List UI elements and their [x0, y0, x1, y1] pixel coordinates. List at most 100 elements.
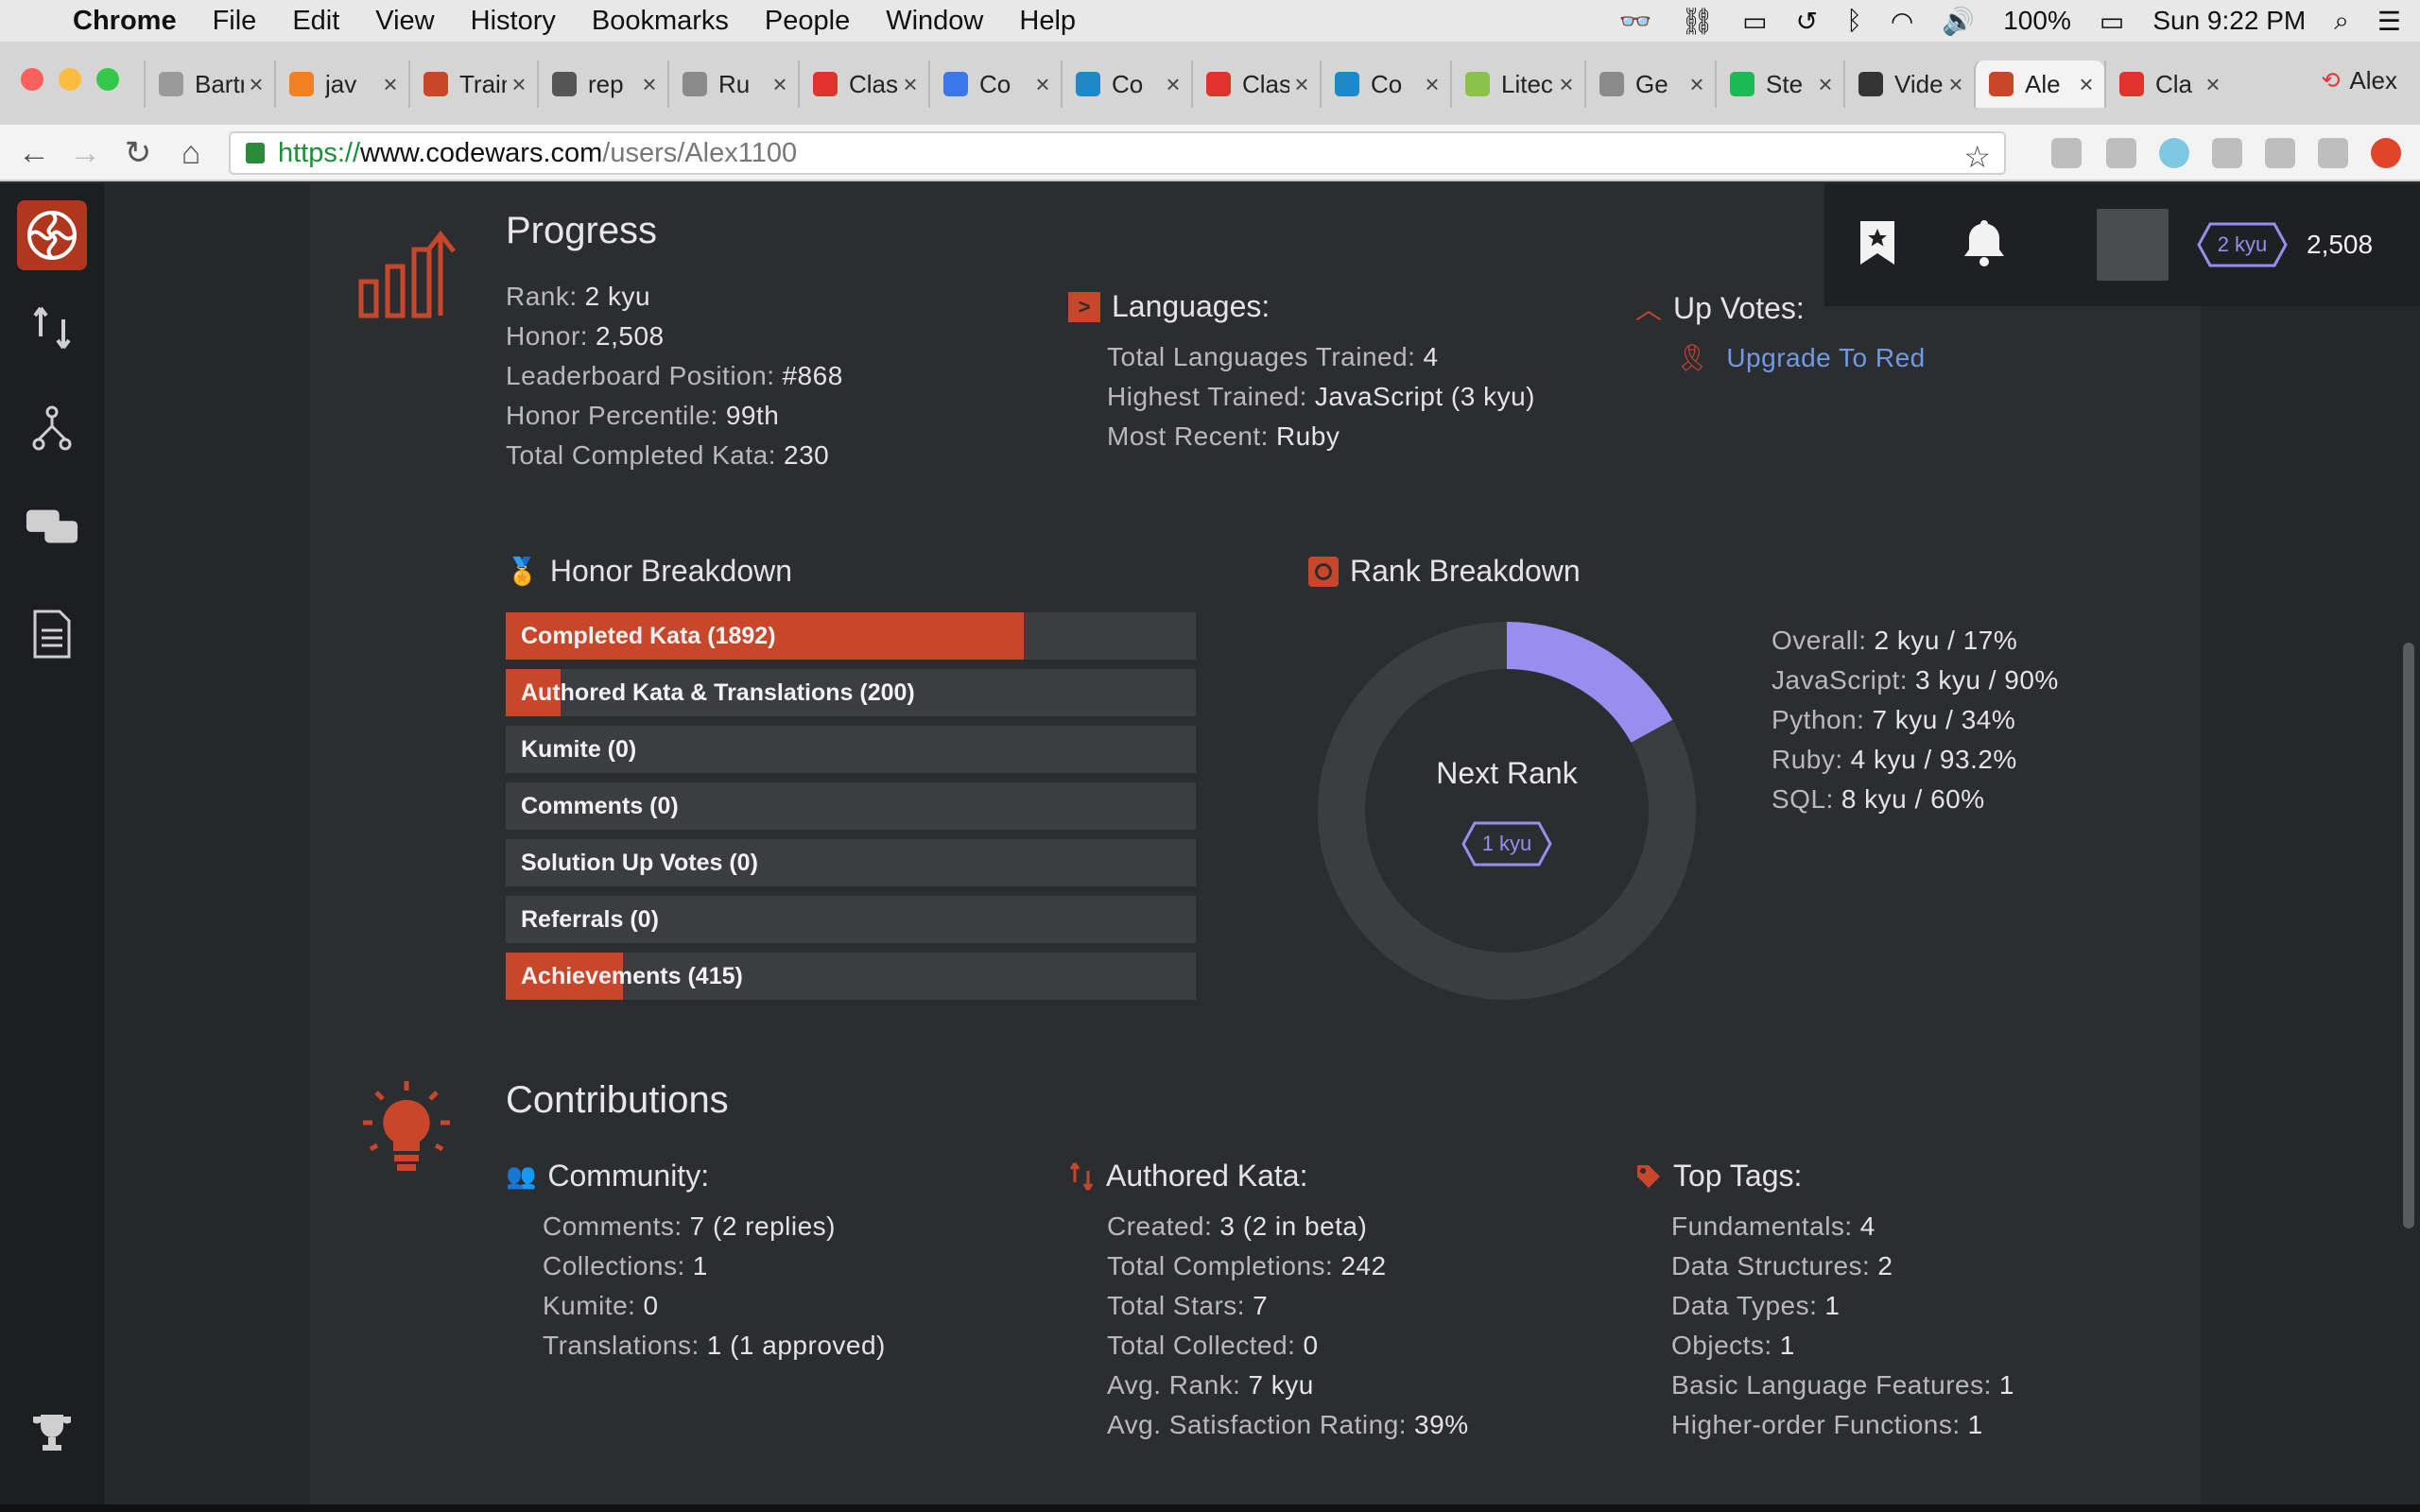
new-tab-button[interactable] [2231, 60, 2297, 108]
menu-edit[interactable]: Edit [274, 6, 357, 37]
notification-center-icon[interactable]: ☰ [2377, 6, 2401, 37]
browser-tab[interactable]: Co × [1320, 60, 1450, 108]
browser-tab[interactable]: Ale × [1974, 60, 2104, 108]
reload-icon[interactable]: ↻ [117, 132, 159, 174]
discussion-icon[interactable] [25, 501, 79, 556]
bookmark-star-icon[interactable]: ☆ [1963, 139, 1991, 175]
rank-stat-row: Python: 7 kyu / 34% [1772, 705, 2015, 735]
browser-tab[interactable]: rep × [537, 60, 667, 108]
authored-kata-heading: Authored Kata: [1068, 1159, 1307, 1194]
authored-kata-title: Authored Kata: [1106, 1159, 1308, 1193]
extension-gear-icon[interactable] [2265, 138, 2295, 168]
tab-close-icon[interactable]: × [898, 70, 923, 99]
tab-close-icon[interactable]: × [244, 70, 268, 99]
rank-stat-row: JavaScript: 3 kyu / 90% [1772, 665, 2059, 696]
menu-people[interactable]: People [747, 6, 868, 37]
menu-app-name[interactable]: Chrome [55, 6, 195, 37]
page-scrollbar[interactable] [2403, 643, 2414, 1228]
battery-percent[interactable]: 100% [2003, 6, 2071, 36]
zoom-window-button[interactable] [96, 68, 119, 91]
close-window-button[interactable] [21, 68, 43, 91]
menu-bookmarks[interactable]: Bookmarks [574, 6, 747, 37]
menu-help[interactable]: Help [1001, 6, 1094, 37]
user-header: 2 kyu 2,508 [1824, 183, 2420, 306]
bookmark-icon[interactable] [1858, 219, 1896, 271]
tab-close-icon[interactable]: × [768, 70, 792, 99]
codewars-logo[interactable] [17, 200, 87, 270]
browser-tab[interactable]: Train× [408, 60, 537, 108]
clock[interactable]: Sun 9:22 PM [2152, 6, 2306, 36]
browser-tab[interactable]: Cla × [2104, 60, 2231, 108]
browser-tab[interactable]: Ste × [1715, 60, 1843, 108]
browser-tab[interactable]: Video× [1843, 60, 1974, 108]
tag-stat-value: 1 [1967, 1410, 1983, 1439]
tab-close-icon[interactable]: × [2201, 70, 2225, 99]
extension-skype-icon[interactable] [2159, 138, 2189, 168]
back-arrow-icon[interactable]: ← [13, 132, 55, 174]
extension-window-icon[interactable] [2318, 138, 2348, 168]
tab-close-icon[interactable]: × [507, 70, 531, 99]
top-tags-heading: Top Tags: [1635, 1159, 1802, 1194]
extension-people-icon[interactable] [2106, 138, 2136, 168]
address-bar[interactable]: https:// www.codewars.com /users/Alex110… [229, 131, 2006, 175]
airplay-icon[interactable]: ▭ [1742, 6, 1767, 37]
notifications-bell-icon[interactable] [1962, 218, 2006, 272]
browser-tab[interactable]: Class× [798, 60, 928, 108]
tab-close-icon[interactable]: × [637, 70, 662, 99]
tab-close-icon[interactable]: × [1289, 70, 1314, 99]
link-icon[interactable]: ⛓ [1681, 6, 1715, 37]
volume-icon[interactable]: 🔊 [1942, 6, 1975, 37]
tab-close-icon[interactable]: × [2074, 70, 2099, 99]
browser-tab[interactable]: jav × [274, 60, 408, 108]
tab-close-icon[interactable]: × [1554, 70, 1579, 99]
wifi-icon[interactable]: ◠ [1891, 6, 1913, 37]
rank-stat-value: 2 kyu / 17% [1874, 626, 2018, 655]
tab-close-icon[interactable]: × [1030, 70, 1055, 99]
tab-close-icon[interactable]: × [1685, 70, 1709, 99]
home-icon[interactable]: ⌂ [170, 132, 212, 174]
tab-label: Co [979, 69, 1011, 98]
upgrade-to-red-link[interactable]: Upgrade To Red [1726, 343, 1925, 372]
menu-view[interactable]: View [357, 6, 452, 37]
menu-history[interactable]: History [453, 6, 574, 37]
tab-close-icon[interactable]: × [378, 70, 403, 99]
tab-close-icon[interactable]: × [1161, 70, 1185, 99]
tab-label: Class [849, 69, 898, 98]
tab-favicon-icon [813, 72, 838, 96]
tab-close-icon[interactable]: × [1420, 70, 1444, 99]
browser-tab[interactable]: Ru × [667, 60, 798, 108]
browser-tab[interactable]: Co × [1061, 60, 1191, 108]
tab-favicon-icon [424, 72, 448, 96]
glasses-icon[interactable]: 👓 [1619, 6, 1652, 37]
avatar[interactable] [2097, 209, 2169, 281]
trophy-icon[interactable] [25, 1406, 79, 1461]
time-machine-icon[interactable]: ↺ [1796, 6, 1818, 37]
next-rank-label: Next Rank [1436, 756, 1578, 790]
extension-cast-icon[interactable] [2212, 138, 2242, 168]
browser-tab[interactable]: Ge × [1584, 60, 1715, 108]
tab-label: Cla [2155, 69, 2193, 98]
progress-stat-value: 2 kyu [584, 282, 651, 311]
tab-close-icon[interactable]: × [1944, 70, 1968, 99]
tab-label: Co [1112, 69, 1144, 98]
browser-tab[interactable]: Co × [928, 60, 1061, 108]
tab-close-icon[interactable]: × [1813, 70, 1838, 99]
profile-button[interactable]: ⟲ Alex [2321, 66, 2397, 95]
menu-window[interactable]: Window [868, 6, 1001, 37]
training-icon[interactable] [25, 301, 79, 355]
extension-refresh-icon[interactable] [2051, 138, 2082, 168]
extension-alert-icon[interactable] [2371, 138, 2401, 168]
browser-tab[interactable]: Bartr × [144, 60, 274, 108]
authored-stat-key: Avg. Satisfaction Rating: [1107, 1410, 1408, 1439]
forward-arrow-icon[interactable]: → [64, 132, 106, 174]
minimize-window-button[interactable] [59, 68, 81, 91]
browser-tab[interactable]: Litec × [1450, 60, 1584, 108]
menu-file[interactable]: File [195, 6, 275, 37]
kumite-fork-icon[interactable] [25, 401, 79, 455]
rank-stat-value: 3 kyu / 90% [1915, 665, 2059, 695]
authored-stat-key: Total Stars: [1107, 1291, 1246, 1320]
docs-icon[interactable] [25, 607, 79, 662]
spotlight-icon[interactable]: ⌕ [2334, 6, 2349, 37]
browser-tab[interactable]: Class× [1191, 60, 1320, 108]
bluetooth-icon[interactable]: ᛒ [1846, 6, 1862, 36]
